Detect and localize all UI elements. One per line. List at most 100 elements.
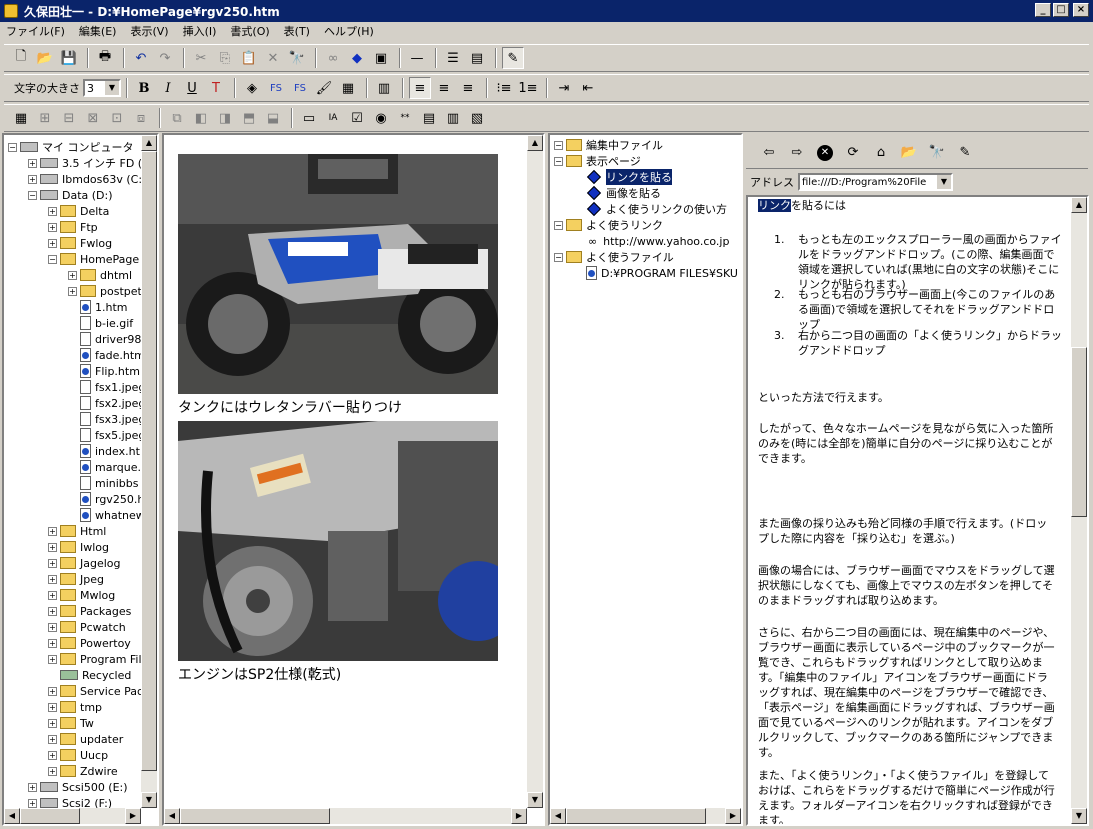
chevron-down-icon[interactable]: ▼ — [937, 175, 951, 189]
numbered-list-icon[interactable]: 1≡ — [517, 77, 539, 99]
editor-hscroll[interactable]: ◀ ▶ — [164, 808, 527, 824]
undo-icon[interactable]: ↶ — [130, 47, 152, 69]
bullet-list-icon[interactable]: ⁝≡ — [493, 77, 515, 99]
tree-item[interactable]: Recycled — [48, 667, 131, 683]
bookmark-icon[interactable]: ◆ — [346, 47, 368, 69]
print-icon[interactable]: 🖶 — [94, 47, 116, 69]
save-icon[interactable]: 💾 — [58, 47, 80, 69]
home-icon[interactable]: ⌂ — [870, 142, 892, 164]
scroll-right-icon[interactable]: ▶ — [725, 808, 741, 824]
delete-row-icon[interactable]: ⊠ — [82, 107, 104, 129]
tree-item[interactable]: + tmp — [48, 699, 102, 715]
menu-help[interactable]: ヘルプ(H) — [324, 23, 374, 39]
bookmark-panel[interactable]: − 編集中ファイル − 表示ページ リンクを貼る 画像を貼る よく使うリンクの使い方 − よく使… — [548, 133, 743, 826]
expand-icon[interactable]: + — [48, 558, 57, 568]
scroll-right-icon[interactable]: ▶ — [511, 808, 527, 824]
expand-icon[interactable]: + — [48, 206, 57, 216]
underline-button[interactable]: U — [181, 77, 203, 99]
browser-panel[interactable]: リンクを貼るには 1. もっとも左のエックスプローラー風の画面からファイルをドラッ… — [746, 195, 1089, 826]
scroll-up-icon[interactable]: ▲ — [1071, 197, 1087, 213]
scroll-down-icon[interactable]: ▼ — [141, 792, 157, 808]
menu-insert[interactable]: 挿入(I) — [183, 23, 217, 39]
tree-item[interactable]: rgv250.h — [68, 491, 144, 507]
bookmark-item[interactable]: − 編集中ファイル — [554, 137, 663, 153]
tree-item[interactable]: + Delta — [48, 203, 109, 219]
tree-item[interactable]: + Ibmdos63v (C:) — [28, 171, 146, 187]
text-color-icon[interactable]: T — [205, 77, 227, 99]
folder-tree-panel[interactable]: − マイ コンピュータ +3.5 インチ FD (+ Ibmdos63v (C:) − D… — [2, 133, 159, 826]
bookmark-item[interactable]: 画像を貼る — [574, 185, 661, 201]
scroll-left-icon[interactable]: ◀ — [4, 808, 20, 824]
motorcycle-photo[interactable] — [178, 154, 498, 394]
tree-item[interactable]: + dhtml — [68, 267, 132, 283]
align-right-icon[interactable]: ≡ — [457, 77, 479, 99]
edit-page-icon[interactable]: ✎ — [954, 142, 976, 164]
expand-icon[interactable]: + — [48, 750, 57, 760]
bookmark-item[interactable]: − よく使うファイル — [554, 249, 674, 265]
expand-icon[interactable]: + — [48, 718, 57, 728]
bookmark-hscroll[interactable]: ◀ ▶ — [550, 808, 741, 824]
expand-icon[interactable]: + — [48, 590, 57, 600]
back-arrow-icon[interactable]: ⇦ — [758, 142, 780, 164]
expand-icon[interactable]: + — [48, 542, 57, 552]
tree-item[interactable]: b-ie.gif — [68, 315, 133, 331]
tree-item[interactable]: Flip.htm — [68, 363, 140, 379]
bookmark-item[interactable]: リンクを貼る — [574, 169, 672, 185]
new-file-icon[interactable]: 🗋 — [10, 47, 32, 69]
insert-row-icon[interactable]: ⊞ — [34, 107, 56, 129]
select-box-icon[interactable]: ▥ — [442, 107, 464, 129]
tree-item[interactable]: +3.5 インチ FD ( — [28, 155, 142, 171]
expand-icon[interactable]: + — [68, 270, 77, 280]
search-icon[interactable]: 🔭 — [926, 142, 948, 164]
menu-file[interactable]: ファイル(F) — [6, 23, 65, 39]
horizontal-rule-icon[interactable]: — — [406, 47, 428, 69]
scroll-down-icon[interactable]: ▼ — [1071, 808, 1087, 824]
radio-icon[interactable]: ◉ — [370, 107, 392, 129]
image-icon[interactable]: ▣ — [370, 47, 392, 69]
forward-arrow-icon[interactable]: ⇨ — [786, 142, 808, 164]
engine-photo[interactable] — [178, 421, 498, 661]
menu-table[interactable]: 表(T) — [284, 23, 310, 39]
refresh-icon[interactable]: ⟳ — [842, 142, 864, 164]
expand-icon[interactable]: + — [48, 238, 57, 248]
form-submit-icon[interactable]: ▧ — [466, 107, 488, 129]
bookmark-item[interactable]: よく使うリンクの使い方 — [574, 201, 727, 217]
form-input-icon[interactable]: IA — [322, 107, 344, 129]
tree-item[interactable]: whatnew — [68, 507, 145, 523]
tree-item[interactable]: + Jpeg — [48, 571, 104, 587]
tree-item[interactable]: + postpet — [68, 283, 142, 299]
delete-icon[interactable]: ✕ — [262, 47, 284, 69]
tree-item[interactable]: + Program Fil — [48, 651, 142, 667]
collapse-icon[interactable]: − — [554, 156, 563, 166]
collapse-icon[interactable]: − — [554, 140, 563, 150]
tree-item[interactable]: + Tw — [48, 715, 94, 731]
tree-item[interactable]: fsx1.jpeg — [68, 379, 145, 395]
bookmark-item[interactable]: − よく使うリンク — [554, 217, 663, 233]
bookmark-item[interactable]: D:¥PROGRAM FILES¥SKU — [574, 265, 738, 281]
expand-icon[interactable]: + — [28, 782, 37, 792]
tree-item[interactable]: fsx2.jpeg — [68, 395, 145, 411]
collapse-icon[interactable]: − — [28, 190, 37, 200]
insert-table-icon[interactable]: ▦ — [10, 107, 32, 129]
font-style-alt-icon[interactable]: FS — [289, 77, 311, 99]
frame-icon[interactable]: ▤ — [466, 47, 488, 69]
address-input[interactable]: file:///D:/Program%20File ▼ — [798, 173, 953, 191]
expand-icon[interactable]: + — [28, 798, 37, 808]
tree-item[interactable]: fsx3.jpeg — [68, 411, 145, 427]
scroll-left-icon[interactable]: ◀ — [550, 808, 566, 824]
cell-bottom-icon[interactable]: ⬓ — [262, 107, 284, 129]
insert-column-icon[interactable]: ⊟ — [58, 107, 80, 129]
checkbox-icon[interactable]: ☑ — [346, 107, 368, 129]
editor-hscroll-thumb[interactable] — [180, 808, 330, 824]
tree-item[interactable]: minibbs — [68, 475, 139, 491]
scroll-down-icon[interactable]: ▼ — [527, 792, 543, 808]
tree-hscroll[interactable]: ◀ ▶ — [4, 808, 141, 824]
expand-icon[interactable]: + — [48, 622, 57, 632]
tree-item[interactable]: + Iwlog — [48, 539, 109, 555]
stop-icon[interactable]: ✕ — [814, 142, 836, 164]
tree-item[interactable]: + Packages — [48, 603, 131, 619]
minimize-button[interactable]: _ — [1035, 3, 1051, 17]
redo-icon[interactable]: ↷ — [154, 47, 176, 69]
split-cells-icon[interactable]: ⧉ — [166, 107, 188, 129]
tree-item[interactable]: + Powertoy — [48, 635, 131, 651]
